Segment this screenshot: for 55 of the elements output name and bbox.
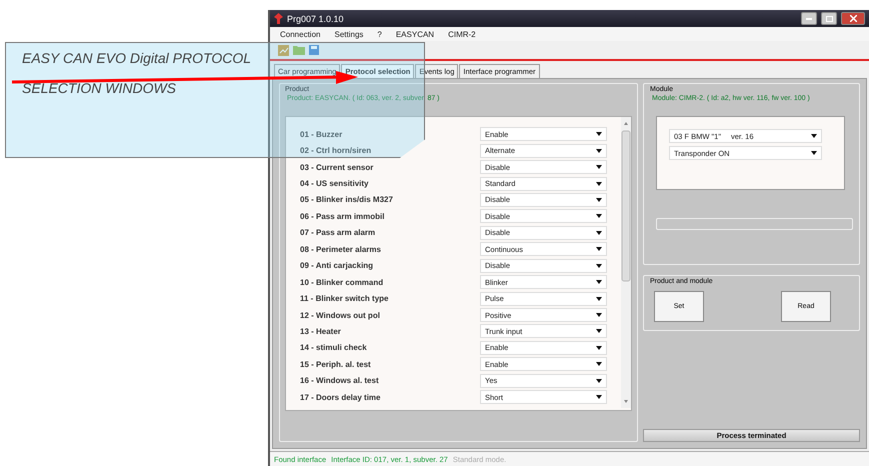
caret-icon (596, 230, 602, 235)
app-icon (274, 13, 283, 24)
scrollbar[interactable] (621, 117, 631, 408)
save-icon[interactable] (309, 45, 319, 55)
window-title: Prg007 1.0.10 (287, 14, 345, 24)
setting-label: 17 - Doors delay time (300, 392, 380, 402)
caret-icon (596, 395, 602, 400)
caret-icon (596, 346, 602, 350)
minimize-button[interactable] (801, 12, 817, 25)
caret-icon (596, 362, 602, 366)
chart-icon[interactable] (278, 44, 289, 56)
setting-label: 13 - Heater (300, 326, 341, 336)
menu-item[interactable]: CIMR-2 (448, 30, 476, 38)
setting-label: 01 - Buzzer (300, 130, 342, 139)
setting-label: 02 - Ctrl horn/siren (300, 146, 372, 156)
setting-label: 15 - Periph. al. test (300, 360, 371, 369)
menu-item[interactable]: ? (377, 30, 382, 38)
caret-icon (596, 280, 602, 284)
setting-label: 09 - Anti carjacking (300, 261, 374, 270)
setting-label: 16 - Windows al. test (300, 376, 379, 386)
setting-label: 12 - Windows out pol (300, 310, 380, 320)
setting-label: 07 - Pass arm alarm (300, 228, 376, 238)
caret-icon (811, 134, 817, 138)
caret-icon (596, 264, 602, 268)
caret-icon (596, 329, 602, 334)
caret-icon (596, 214, 602, 218)
setting-label: 04 - US sensitivity (300, 179, 368, 188)
close-icon (850, 15, 856, 22)
close-button[interactable] (841, 12, 865, 25)
setting-label: 14 - stimuli check (300, 343, 367, 352)
setting-label: 06 - Pass arm immobil (300, 212, 384, 221)
caret-icon (596, 296, 602, 301)
setting-label: 08 - Perimeter alarms (300, 244, 381, 254)
setting-label: 10 - Blinker command (300, 278, 384, 287)
caret-icon (596, 165, 602, 170)
caret-icon (596, 198, 602, 202)
caret-icon (596, 148, 602, 153)
menu-item[interactable]: EASYCAN (396, 30, 434, 38)
folder-icon[interactable] (293, 45, 305, 55)
setting-label: 03 - Current sensor (300, 162, 374, 172)
caret-icon (596, 313, 602, 318)
caret-icon (596, 182, 602, 186)
callout-text: EASY CAN EVO Digital PROTOCOL (22, 50, 251, 66)
caret-icon (596, 132, 602, 136)
maximize-icon (826, 16, 832, 22)
setting-label: 11 - Blinker switch type (300, 294, 388, 304)
caret-icon (596, 247, 602, 252)
callout-text: SELECTION WINDOWS (22, 80, 178, 96)
setting-label: 05 - Blinker ins/dis M327 (300, 195, 393, 204)
menu-item[interactable]: Connection (280, 30, 320, 38)
maximize-button[interactable] (821, 12, 837, 25)
menu-item[interactable]: Settings (334, 30, 364, 38)
caret-icon (811, 151, 817, 155)
caret-icon (596, 378, 602, 383)
minimize-icon (806, 18, 812, 20)
